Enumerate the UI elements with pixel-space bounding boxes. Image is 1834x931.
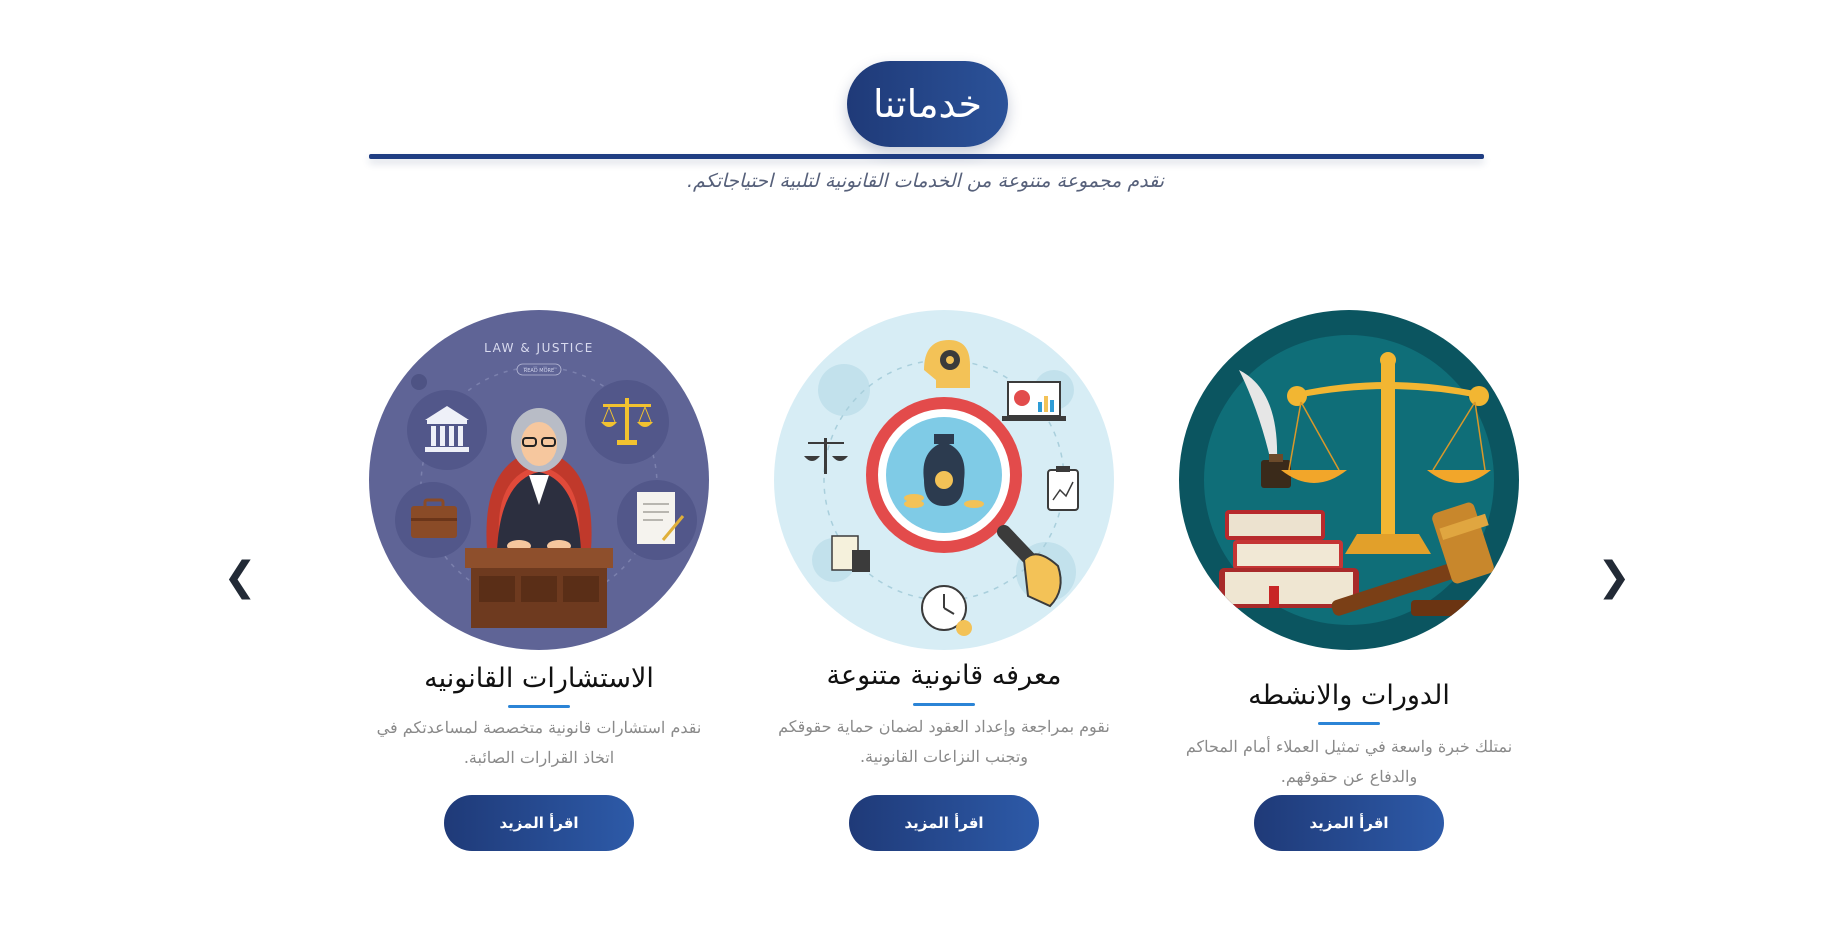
read-more-button[interactable]: اقرأ المزيد xyxy=(444,795,634,851)
service-card-description: نقدم استشارات قانونية متخصصة لمساعدتكم ف… xyxy=(376,718,702,767)
service-card-legal-knowledge: معرفه قانونية متنوعة نقوم بمراجعة وإعداد… xyxy=(754,290,1134,851)
law-justice-read-more-caption: READ MORE xyxy=(524,368,554,374)
service-card-title: معرفه قانونية متنوعة xyxy=(826,660,1062,691)
section-subtitle: نقدم مجموعة متنوعة من الخدمات القانونية … xyxy=(687,170,1164,192)
judge-law-justice-illustration-icon: LAW & JUSTICE READ MORE xyxy=(369,310,709,650)
section-title-badge: خدماتنا xyxy=(847,61,1008,147)
services-carousel: ❮ ❯ LAW & JUSTICE READ MORE الاستشارات ا… xyxy=(0,290,1834,870)
service-card-title-underline xyxy=(913,703,975,706)
magnifier-legal-knowledge-illustration-icon xyxy=(774,310,1114,650)
carousel-next-arrow-icon[interactable]: ❯ xyxy=(1594,552,1634,602)
service-card-legal-consultations: LAW & JUSTICE READ MORE الاستشارات القان… xyxy=(349,290,729,851)
service-card-courses-activities: الدورات والانشطه نمتلك خبرة واسعة في تمث… xyxy=(1159,290,1539,851)
service-card-title: الاستشارات القانونيه xyxy=(424,663,654,694)
section-title-divider xyxy=(369,154,1484,159)
services-section-header: خدماتنا نقدم مجموعة متنوعة من الخدمات ال… xyxy=(0,0,1834,210)
service-card-description: نمتلك خبرة واسعة في تمثيل العملاء أمام ا… xyxy=(1185,737,1513,786)
service-card-title-underline xyxy=(508,705,570,708)
service-card-title: الدورات والانشطه xyxy=(1248,680,1450,711)
read-more-button[interactable]: اقرأ المزيد xyxy=(1254,795,1444,851)
section-title: خدماتنا xyxy=(873,82,982,126)
service-card-title-underline xyxy=(1318,722,1380,725)
read-more-button[interactable]: اقرأ المزيد xyxy=(849,795,1039,851)
service-card-description: نقوم بمراجعة وإعداد العقود لضمان حماية ح… xyxy=(778,717,1110,766)
carousel-prev-arrow-icon[interactable]: ❮ xyxy=(220,552,260,602)
scales-gavel-books-illustration-icon xyxy=(1179,310,1519,650)
law-justice-caption: LAW & JUSTICE xyxy=(484,341,594,355)
